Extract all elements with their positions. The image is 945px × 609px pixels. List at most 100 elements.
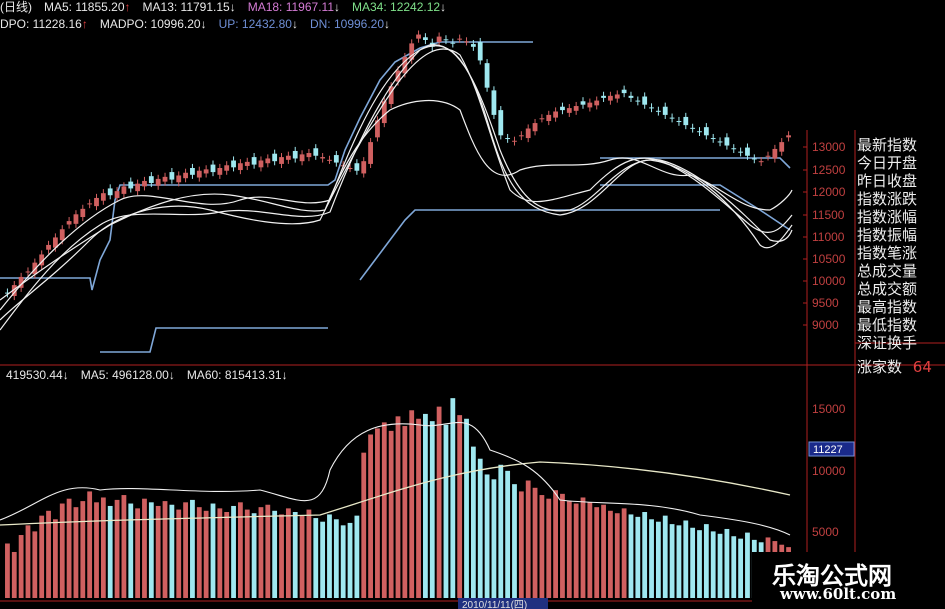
candle-body	[450, 42, 456, 44]
volume-bar	[464, 418, 469, 598]
candle-body	[669, 117, 675, 119]
rise-value: 64	[912, 358, 932, 376]
volume-bar	[443, 424, 449, 598]
price-tick-label: 10000	[812, 274, 846, 288]
volume-bar	[320, 521, 326, 598]
candle-body	[566, 108, 572, 113]
candle-body	[87, 203, 93, 205]
price-tick-label: 13000	[812, 140, 846, 154]
volume-bar	[608, 510, 613, 598]
candle-body	[361, 161, 367, 174]
volume-bar	[477, 458, 483, 598]
volume-bar	[566, 501, 572, 598]
volume-bar	[470, 446, 476, 598]
candle-body	[512, 140, 517, 142]
volume-bar	[416, 418, 421, 598]
candle-body	[128, 181, 134, 189]
candle-body	[601, 95, 606, 98]
price-tick-label: 11000	[812, 230, 845, 244]
volume-indicator-arrow-1: ↓	[168, 368, 175, 382]
candle-body	[73, 214, 79, 224]
volume-bar	[292, 512, 298, 598]
candle-body	[642, 96, 648, 105]
volume-bar	[560, 493, 565, 598]
candle-body	[662, 106, 668, 115]
volume-indicator-row: 419530.44↓ MA5: 496128.00↓ MA60: 815413.31…	[6, 368, 300, 382]
candle-body	[292, 150, 298, 159]
candle-body	[25, 271, 31, 273]
candle-body	[436, 36, 442, 43]
volume-bar	[395, 416, 401, 598]
rise-label: 涨家数	[857, 358, 903, 376]
volume-bar	[46, 510, 51, 598]
candle-body	[724, 137, 730, 146]
price-tick-label: 11500	[812, 208, 845, 222]
volume-bar	[94, 502, 99, 598]
candle-body	[443, 39, 449, 41]
candle-body	[203, 169, 209, 174]
volume-bar	[135, 508, 141, 598]
volume-bar	[738, 538, 744, 598]
volume-bar	[142, 498, 147, 598]
info-item-10: 最低指数	[857, 316, 918, 334]
volume-bar	[32, 531, 38, 598]
volume-bar	[354, 515, 360, 598]
volume-bar	[580, 497, 586, 598]
candle-body	[608, 95, 613, 101]
candle-body	[697, 131, 702, 133]
candle-body	[505, 138, 511, 140]
candle-body	[59, 229, 65, 241]
volume-bar	[279, 514, 284, 598]
candle-body	[231, 160, 236, 168]
candle-body	[772, 148, 778, 159]
candle-body	[217, 168, 223, 175]
candle-body	[580, 101, 586, 105]
volume-bar	[107, 505, 113, 598]
candle-body	[285, 155, 291, 160]
candle-body	[162, 176, 168, 182]
candle-body	[176, 175, 182, 183]
candle-body	[539, 118, 545, 120]
volume-bar	[52, 519, 58, 598]
price-tick-label: 9000	[812, 318, 839, 332]
volume-bar	[272, 510, 278, 598]
candle-body	[94, 197, 99, 207]
candle-body	[196, 170, 202, 178]
candle-body	[477, 42, 483, 61]
volume-bar	[39, 515, 45, 598]
candle-body	[190, 168, 195, 175]
volume-bar	[655, 521, 661, 598]
watermark-url: www.60lt.com	[780, 585, 897, 603]
volume-bar	[361, 452, 367, 598]
candle-body	[279, 157, 284, 164]
candle-body	[210, 164, 216, 173]
volume-bar	[333, 519, 339, 598]
volume-bar	[375, 428, 380, 598]
info-item-1: 今日开盘	[857, 154, 918, 172]
candle-body	[224, 165, 230, 171]
volume-bar	[457, 415, 463, 598]
volume-bar	[183, 502, 188, 598]
candle-body	[765, 155, 771, 157]
stock-chart[interactable]: 13000 12500 12000 11500 11000 10500 10000 9500 9…	[0, 0, 945, 609]
candle-body	[155, 178, 161, 186]
volume-bar	[573, 503, 579, 598]
candle-body	[655, 110, 661, 112]
current-volume-label: 11227	[813, 444, 843, 456]
volume-bar	[18, 535, 24, 598]
volume-bar	[724, 528, 730, 598]
volume-bar	[642, 512, 648, 598]
candle-body	[66, 221, 72, 225]
volume-bar	[621, 508, 627, 598]
volume-bar	[203, 510, 209, 598]
candle-body	[614, 94, 620, 99]
candle-body	[265, 158, 271, 164]
info-item-6: 指数笔涨	[857, 244, 918, 262]
info-panel: 最新指数 今日开盘 昨日收盘 指数涨跌 指数涨幅 指数振幅 指数笔涨 总成交量 总成交额 最高指数…	[857, 136, 945, 376]
volume-bar	[518, 491, 524, 598]
candle-body	[100, 193, 106, 201]
volume-bar	[587, 502, 593, 598]
candle-body	[683, 116, 689, 126]
candle-body	[731, 148, 737, 150]
volume-bars	[5, 398, 791, 598]
